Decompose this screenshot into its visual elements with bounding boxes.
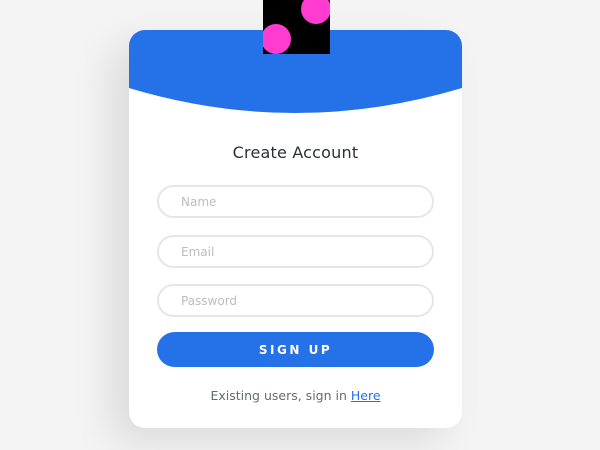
password-input[interactable]	[157, 284, 434, 317]
brand-logo-icon	[263, 0, 330, 54]
logo-dot-bottom	[263, 24, 291, 54]
name-input[interactable]	[157, 185, 434, 218]
sign-up-button[interactable]: SIGN UP	[157, 332, 434, 367]
footer-text: Existing users, sign in	[210, 388, 351, 403]
signup-card	[129, 30, 462, 428]
page-title: Create Account	[232, 143, 359, 162]
sign-in-link[interactable]: Here	[351, 388, 381, 403]
logo-dot-top	[301, 0, 330, 24]
page-background: Create Account SIGN UP Existing users, s…	[0, 0, 600, 450]
email-input[interactable]	[157, 235, 434, 268]
existing-users-footer: Existing users, sign in Here	[129, 388, 462, 403]
